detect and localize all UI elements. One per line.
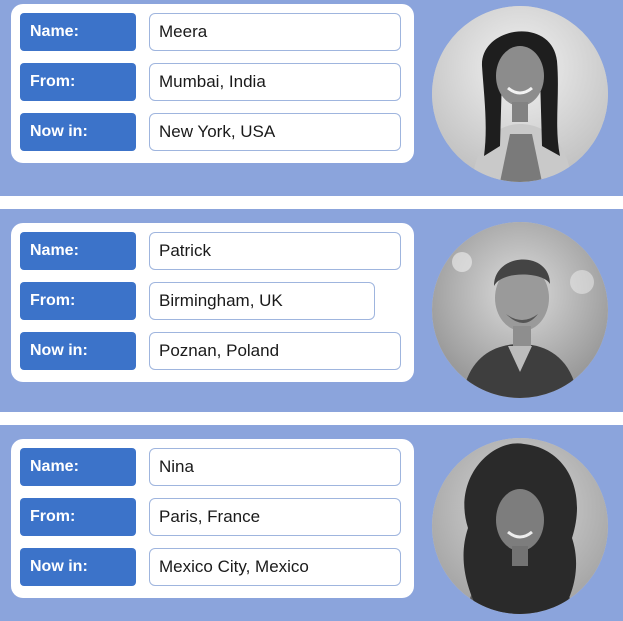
name-row: Name: Meera <box>20 13 406 51</box>
profile-info-panel: Name: Patrick From: Birmingham, UK Now i… <box>11 223 414 382</box>
now-in-field: New York, USA <box>149 113 401 151</box>
from-row: From: Paris, France <box>20 498 406 536</box>
name-row: Name: Nina <box>20 448 406 486</box>
now-in-row: Now in: Mexico City, Mexico <box>20 548 406 586</box>
name-label: Name: <box>20 13 136 51</box>
profile-photo <box>432 438 608 614</box>
name-field: Patrick <box>149 232 401 270</box>
from-field: Birmingham, UK <box>149 282 375 320</box>
from-label: From: <box>20 498 136 536</box>
profile-card-nina: Name: Nina From: Paris, France Now in: M… <box>0 425 623 621</box>
profile-card-patrick: Name: Patrick From: Birmingham, UK Now i… <box>0 209 623 412</box>
profile-info-panel: Name: Nina From: Paris, France Now in: M… <box>11 439 414 598</box>
profile-card-meera: Name: Meera From: Mumbai, India Now in: … <box>0 0 623 196</box>
now-in-field: Mexico City, Mexico <box>149 548 401 586</box>
from-field: Paris, France <box>149 498 401 536</box>
now-in-row: Now in: New York, USA <box>20 113 406 151</box>
now-in-field: Poznan, Poland <box>149 332 401 370</box>
now-in-label: Now in: <box>20 548 136 586</box>
name-label: Name: <box>20 232 136 270</box>
profile-photo <box>432 222 608 398</box>
now-in-label: Now in: <box>20 113 136 151</box>
now-in-row: Now in: Poznan, Poland <box>20 332 406 370</box>
from-row: From: Birmingham, UK <box>20 282 406 320</box>
profile-photo <box>432 6 608 182</box>
name-row: Name: Patrick <box>20 232 406 270</box>
from-row: From: Mumbai, India <box>20 63 406 101</box>
from-label: From: <box>20 63 136 101</box>
name-label: Name: <box>20 448 136 486</box>
from-label: From: <box>20 282 136 320</box>
profile-info-panel: Name: Meera From: Mumbai, India Now in: … <box>11 4 414 163</box>
from-field: Mumbai, India <box>149 63 401 101</box>
now-in-label: Now in: <box>20 332 136 370</box>
name-field: Nina <box>149 448 401 486</box>
name-field: Meera <box>149 13 401 51</box>
